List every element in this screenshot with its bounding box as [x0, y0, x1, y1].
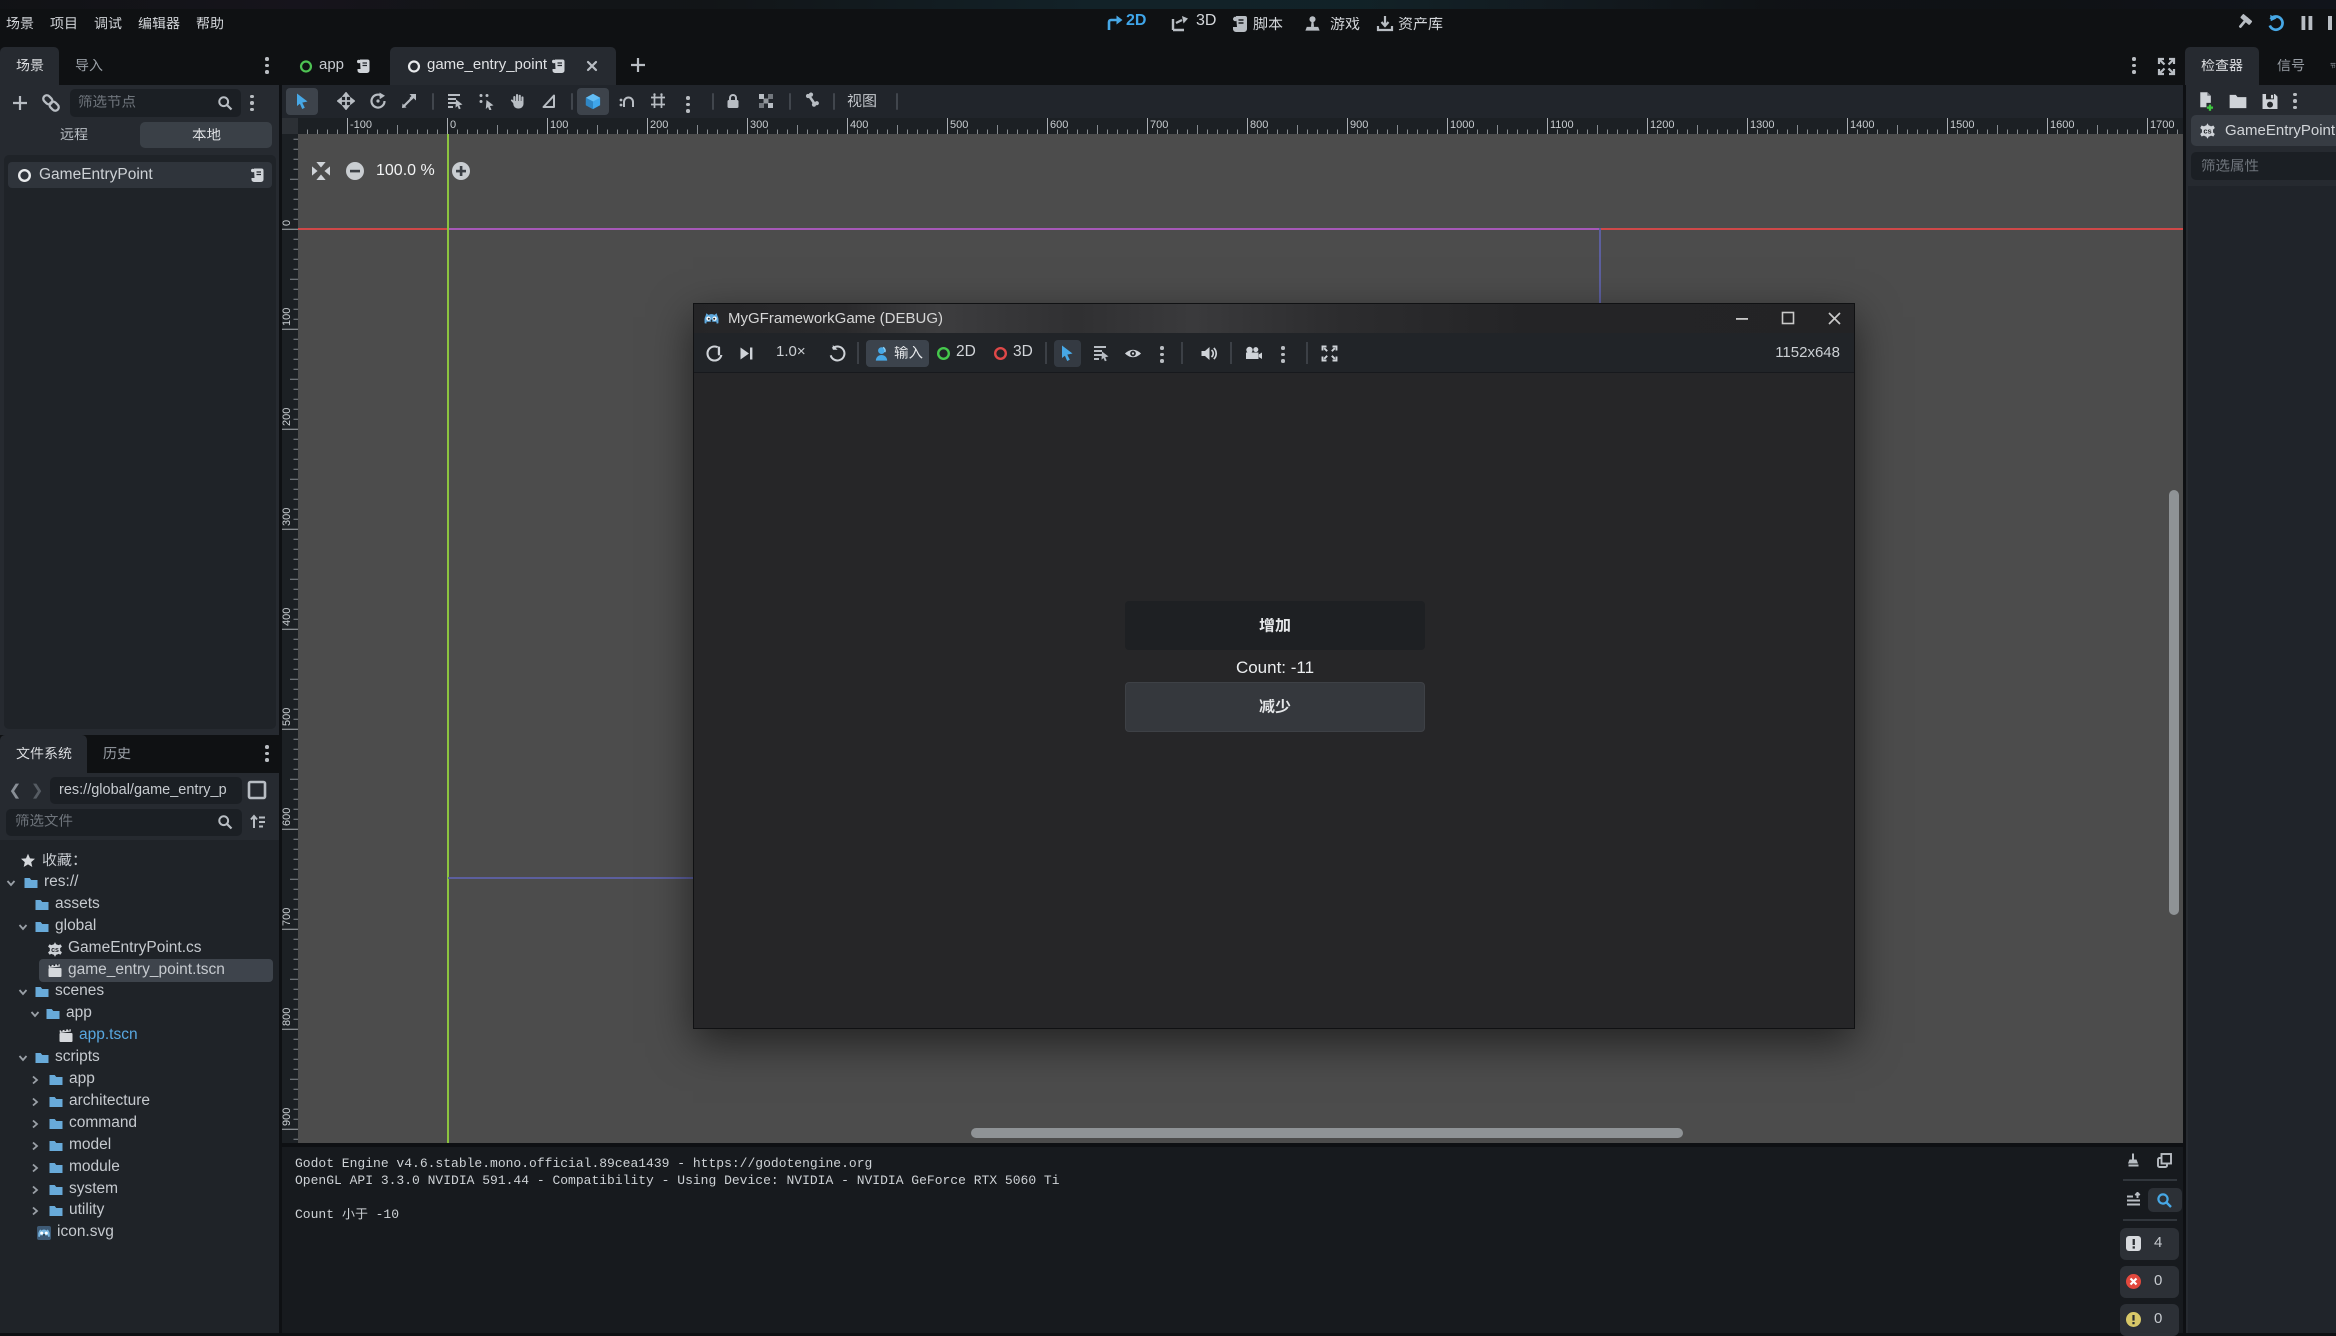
svg-text:1500: 1500	[1950, 119, 1974, 131]
svg-text:400: 400	[282, 608, 293, 626]
svg-text:1600: 1600	[2050, 119, 2074, 131]
svg-text:500: 500	[950, 119, 968, 131]
svg-text:100: 100	[282, 308, 293, 326]
svg-text:700: 700	[1150, 119, 1168, 131]
svg-text:600: 600	[282, 808, 293, 826]
svg-text:1000: 1000	[1450, 119, 1474, 131]
svg-text:300: 300	[750, 119, 768, 131]
svg-text:0: 0	[282, 220, 293, 226]
svg-text:cs: cs	[51, 947, 59, 954]
svg-text:1100: 1100	[1550, 119, 1574, 131]
svg-text:200: 200	[650, 119, 668, 131]
svg-text:1400: 1400	[1850, 119, 1874, 131]
svg-text:cs: cs	[2203, 127, 2211, 136]
svg-text:500: 500	[282, 708, 293, 726]
svg-text:400: 400	[850, 119, 868, 131]
svg-text:200: 200	[282, 408, 293, 426]
svg-text:800: 800	[282, 1008, 293, 1026]
svg-text:900: 900	[1350, 119, 1368, 131]
svg-text:600: 600	[1050, 119, 1068, 131]
svg-text:1200: 1200	[1650, 119, 1674, 131]
svg-text:900: 900	[282, 1108, 293, 1126]
svg-text:1300: 1300	[1750, 119, 1774, 131]
svg-text:700: 700	[282, 908, 293, 926]
svg-text:1700: 1700	[2150, 119, 2174, 131]
svg-text:0: 0	[450, 119, 456, 131]
svg-text:300: 300	[282, 508, 293, 526]
svg-text:-100: -100	[350, 119, 372, 131]
svg-text:800: 800	[1250, 119, 1268, 131]
svg-text:100: 100	[550, 119, 568, 131]
